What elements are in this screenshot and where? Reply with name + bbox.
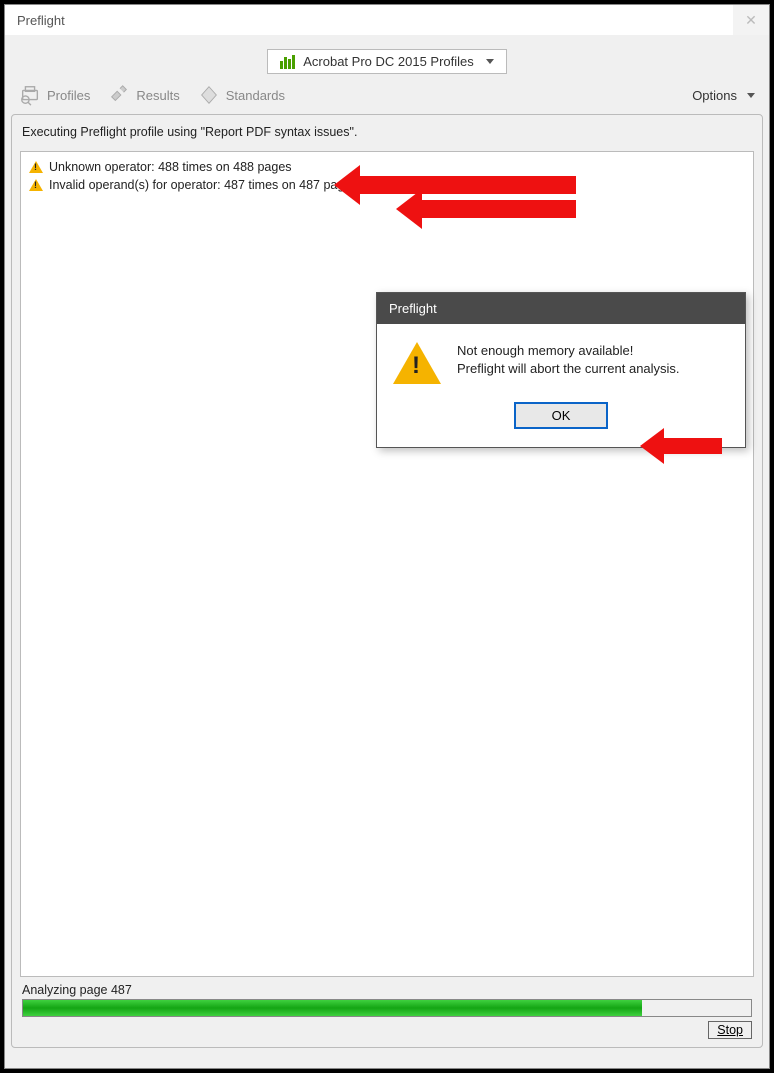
results-box: Unknown operator: 488 times on 488 pages… [20,151,754,977]
profile-selector[interactable]: Acrobat Pro DC 2015 Profiles [267,49,507,74]
warning-icon [29,161,43,173]
dialog-title: Preflight [377,293,745,324]
result-text: Invalid operand(s) for operator: 487 tim… [49,178,358,192]
profile-selector-label: Acrobat Pro DC 2015 Profiles [303,54,474,69]
results-tab[interactable]: Results [108,84,179,106]
profile-selector-row: Acrobat Pro DC 2015 Profiles [5,35,769,84]
progress-fill [23,1000,642,1016]
wrench-check-icon [108,84,130,106]
stop-button[interactable]: Stop [708,1021,752,1039]
standards-tab[interactable]: Standards [198,84,285,106]
results-label: Results [136,88,179,103]
profiles-label: Profiles [47,88,90,103]
analyzing-status: Analyzing page 487 [22,983,752,997]
profiles-tab[interactable]: Profiles [19,84,90,106]
warning-icon [393,342,441,384]
result-text: Unknown operator: 488 times on 488 pages [49,160,292,174]
bars-icon [280,55,295,69]
diamond-icon [198,84,220,106]
dialog-line1: Not enough memory available! [457,342,680,360]
options-menu[interactable]: Options [692,88,755,103]
close-icon[interactable]: ✕ [733,5,769,35]
standards-label: Standards [226,88,285,103]
ok-button[interactable]: OK [514,402,609,429]
status-line: Executing Preflight profile using "Repor… [20,125,754,139]
annotation-arrow [356,176,576,194]
chevron-down-icon [747,93,755,98]
annotation-arrow [660,438,722,454]
content-panel: Executing Preflight profile using "Repor… [11,114,763,1048]
progress-bar [22,999,752,1017]
warning-icon [29,179,43,191]
printer-search-icon [19,84,41,106]
result-row[interactable]: Unknown operator: 488 times on 488 pages [25,158,749,176]
dialog-line2: Preflight will abort the current analysi… [457,360,680,378]
chevron-down-icon [486,59,494,64]
annotation-arrow [418,200,576,218]
error-dialog: Preflight Not enough memory available! P… [376,292,746,448]
titlebar: Preflight ✕ [5,5,769,35]
options-label: Options [692,88,737,103]
dialog-message: Not enough memory available! Preflight w… [457,342,680,377]
preflight-window: Preflight ✕ Acrobat Pro DC 2015 Profiles… [4,4,770,1069]
toolbar: Profiles Results Standards Options [5,84,769,114]
window-title: Preflight [17,13,65,28]
